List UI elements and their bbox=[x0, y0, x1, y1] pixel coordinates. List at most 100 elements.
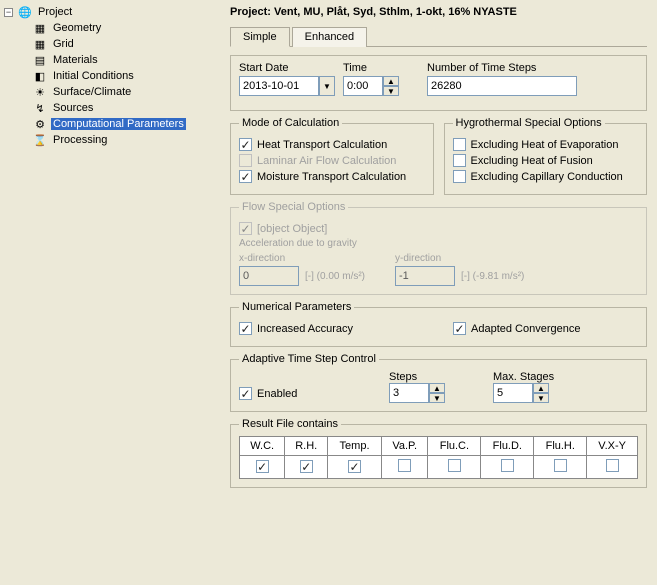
checkbox-icon[interactable]: ✓ bbox=[256, 460, 269, 473]
tree-item-label: Initial Conditions bbox=[51, 70, 136, 82]
y-dir-label: y-direction bbox=[395, 253, 524, 264]
tree-item-label: Grid bbox=[51, 38, 76, 50]
result-col-header: R.H. bbox=[285, 437, 328, 456]
tree-item[interactable]: ▦Grid bbox=[4, 36, 215, 52]
checkbox-icon[interactable] bbox=[398, 459, 411, 472]
checkbox-icon[interactable] bbox=[453, 154, 466, 167]
result-checkbox-cell[interactable] bbox=[534, 456, 587, 479]
x-dir-label: x-direction bbox=[239, 253, 365, 264]
tab-enhanced[interactable]: Enhanced bbox=[292, 27, 368, 47]
fus-checkbox-row[interactable]: Excluding Heat of Fusion bbox=[453, 154, 639, 167]
tree-item-icon: ▦ bbox=[32, 37, 48, 51]
spin-down-icon[interactable]: ▼ bbox=[383, 86, 399, 96]
checkbox-icon[interactable]: ✓ bbox=[300, 460, 313, 473]
tree-item[interactable]: ⌛Processing bbox=[4, 132, 215, 148]
checkbox-icon[interactable]: ✓ bbox=[239, 387, 252, 400]
checkbox-icon[interactable]: ✓ bbox=[453, 322, 466, 335]
enabled-checkbox-row[interactable]: ✓Enabled bbox=[239, 387, 359, 400]
tree-item-label: Processing bbox=[51, 134, 109, 146]
cap-checkbox-row[interactable]: Excluding Capillary Conduction bbox=[453, 170, 639, 183]
hygro-legend: Hygrothermal Special Options bbox=[453, 117, 605, 129]
adaptive-fieldset: Adaptive Time Step Control ✓Enabled Step… bbox=[230, 353, 647, 412]
accel-label: Acceleration due to gravity bbox=[239, 238, 638, 249]
tree-item[interactable]: ▦Geometry bbox=[4, 20, 215, 36]
result-checkbox-cell[interactable]: ✓ bbox=[285, 456, 328, 479]
collapse-icon[interactable]: − bbox=[4, 8, 13, 17]
spin-up-icon[interactable]: ▲ bbox=[383, 76, 399, 86]
tree-item-icon: ◧ bbox=[32, 69, 48, 83]
steps-spin-input[interactable] bbox=[389, 383, 429, 403]
result-checkbox-cell[interactable]: ✓ bbox=[240, 456, 285, 479]
result-checkbox-cell[interactable] bbox=[481, 456, 534, 479]
tree-item-label: Sources bbox=[51, 102, 95, 114]
tree-root-label: Project bbox=[36, 6, 74, 18]
time-label: Time bbox=[343, 62, 399, 74]
spin-up-icon[interactable]: ▲ bbox=[429, 383, 445, 393]
max-stages-label: Max. Stages bbox=[493, 371, 554, 383]
spin-up-icon[interactable]: ▲ bbox=[533, 383, 549, 393]
tree-item-icon: ▤ bbox=[32, 53, 48, 67]
steps-label: Number of Time Steps bbox=[427, 62, 577, 74]
result-legend: Result File contains bbox=[239, 418, 341, 430]
checkbox-icon[interactable]: ✓ bbox=[239, 170, 252, 183]
main-panel: Project: Vent, MU, Plåt, Syd, Sthlm, 1-o… bbox=[220, 0, 657, 585]
project-icon: 🌐 bbox=[17, 5, 33, 19]
result-checkbox-cell[interactable] bbox=[428, 456, 481, 479]
result-col-header: Flu.C. bbox=[428, 437, 481, 456]
tree-item[interactable]: ↯Sources bbox=[4, 100, 215, 116]
tree-item[interactable]: ⚙Computational Parameters bbox=[4, 116, 215, 132]
y-dir-input bbox=[395, 266, 455, 286]
checkbox-icon[interactable]: ✓ bbox=[239, 138, 252, 151]
heat-checkbox-row[interactable]: ✓Heat Transport Calculation bbox=[239, 138, 425, 151]
tree-item[interactable]: ☀Surface/Climate bbox=[4, 84, 215, 100]
result-checkbox-cell[interactable] bbox=[587, 456, 638, 479]
tree-item-icon: ⌛ bbox=[32, 133, 48, 147]
start-date-input[interactable] bbox=[239, 76, 319, 96]
tree-item[interactable]: ▤Materials bbox=[4, 52, 215, 68]
checkbox-icon[interactable] bbox=[606, 459, 619, 472]
dropdown-icon[interactable]: ▼ bbox=[319, 76, 335, 96]
moist-checkbox-row[interactable]: ✓Moisture Transport Calculation bbox=[239, 170, 425, 183]
result-col-header: Flu.H. bbox=[534, 437, 587, 456]
tabs: Simple Enhanced bbox=[230, 26, 647, 47]
hygro-fieldset: Hygrothermal Special Options Excluding H… bbox=[444, 117, 648, 195]
accuracy-checkbox-row[interactable]: ✓Increased Accuracy bbox=[239, 322, 353, 335]
tree-item[interactable]: ◧Initial Conditions bbox=[4, 68, 215, 84]
project-tree: − 🌐 Project ▦Geometry▦Grid▤Materials◧Ini… bbox=[0, 0, 220, 585]
spin-down-icon[interactable]: ▼ bbox=[429, 393, 445, 403]
max-stages-input[interactable] bbox=[493, 383, 533, 403]
checkbox-icon[interactable]: ✓ bbox=[239, 322, 252, 335]
numerical-fieldset: Numerical Parameters ✓Increased Accuracy… bbox=[230, 301, 647, 347]
time-input[interactable] bbox=[343, 76, 383, 96]
tab-simple[interactable]: Simple bbox=[230, 27, 290, 47]
checkbox-icon[interactable] bbox=[453, 138, 466, 151]
spin-down-icon[interactable]: ▼ bbox=[533, 393, 549, 403]
steps-input[interactable] bbox=[427, 76, 577, 96]
checkbox-icon[interactable] bbox=[448, 459, 461, 472]
numerical-legend: Numerical Parameters bbox=[239, 301, 354, 313]
evap-checkbox-row[interactable]: Excluding Heat of Evaporation bbox=[453, 138, 639, 151]
mode-legend: Mode of Calculation bbox=[239, 117, 342, 129]
result-checkbox-cell[interactable] bbox=[381, 456, 427, 479]
tree-item-icon: ↯ bbox=[32, 101, 48, 115]
result-col-header: W.C. bbox=[240, 437, 285, 456]
checkbox-icon[interactable]: ✓ bbox=[348, 460, 361, 473]
checkbox-icon[interactable] bbox=[501, 459, 514, 472]
result-fieldset: Result File contains W.C.R.H.Temp.Va.P.F… bbox=[230, 418, 647, 488]
result-checkbox-cell[interactable]: ✓ bbox=[328, 456, 382, 479]
result-col-header: Flu.D. bbox=[481, 437, 534, 456]
tree-item-label: Computational Parameters bbox=[51, 118, 186, 130]
tree-root[interactable]: − 🌐 Project bbox=[4, 4, 215, 20]
steps-spin-label: Steps bbox=[389, 371, 445, 383]
checkbox-icon[interactable] bbox=[554, 459, 567, 472]
result-table: W.C.R.H.Temp.Va.P.Flu.C.Flu.D.Flu.H.V.X-… bbox=[239, 436, 638, 479]
result-col-header: Temp. bbox=[328, 437, 382, 456]
x-dir-input bbox=[239, 266, 299, 286]
adaptive-legend: Adaptive Time Step Control bbox=[239, 353, 379, 365]
checkbox-icon[interactable] bbox=[453, 170, 466, 183]
flow-fieldset: Flow Special Options ✓[object Object] Ac… bbox=[230, 201, 647, 295]
result-col-header: Va.P. bbox=[381, 437, 427, 456]
project-title: Project: Vent, MU, Plåt, Syd, Sthlm, 1-o… bbox=[230, 6, 647, 18]
tree-item-icon: ☀ bbox=[32, 85, 48, 99]
convergence-checkbox-row[interactable]: ✓Adapted Convergence bbox=[453, 322, 580, 335]
